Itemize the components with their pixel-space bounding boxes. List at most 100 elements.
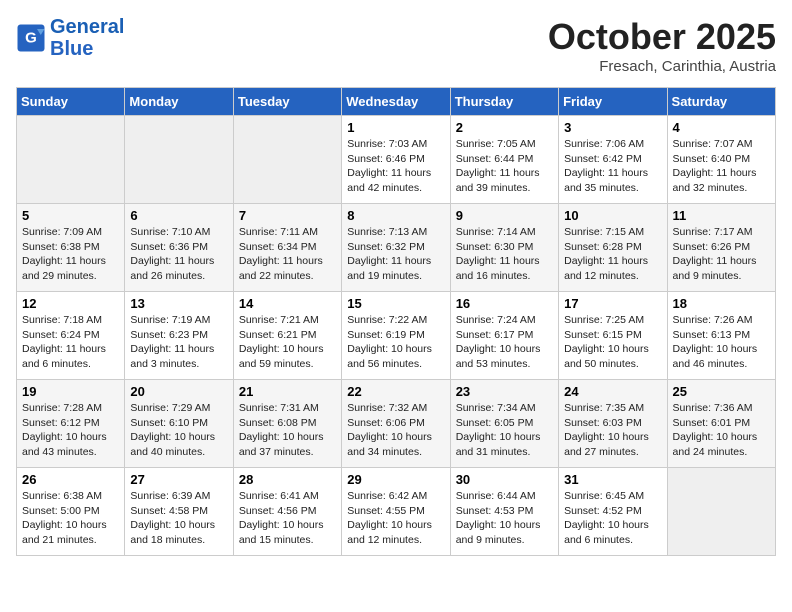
calendar-week-row: 19 Sunrise: 7:28 AM Sunset: 6:12 PM Dayli… (17, 380, 776, 468)
day-number: 29 (347, 472, 444, 487)
calendar-cell: 28 Sunrise: 6:41 AM Sunset: 4:56 PM Dayli… (233, 468, 341, 556)
day-info: Sunrise: 6:39 AM Sunset: 4:58 PM Dayligh… (130, 489, 227, 548)
day-info: Sunrise: 6:42 AM Sunset: 4:55 PM Dayligh… (347, 489, 444, 548)
day-info: Sunrise: 7:05 AM Sunset: 6:44 PM Dayligh… (456, 137, 553, 196)
day-info: Sunrise: 7:15 AM Sunset: 6:28 PM Dayligh… (564, 225, 661, 284)
day-info: Sunrise: 7:35 AM Sunset: 6:03 PM Dayligh… (564, 401, 661, 460)
calendar-cell: 27Sunrise: 6:39 AM Sunset: 4:58 PM Dayli… (125, 468, 233, 556)
day-number: 24 (564, 384, 661, 399)
day-number: 22 (347, 384, 444, 399)
calendar-cell: 16Sunrise: 7:24 AM Sunset: 6:17 PM Dayli… (450, 292, 558, 380)
calendar-cell: 19 Sunrise: 7:28 AM Sunset: 6:12 PM Dayli… (17, 380, 125, 468)
calendar-cell: 12Sunrise: 7:18 AM Sunset: 6:24 PM Dayli… (17, 292, 125, 380)
calendar-cell: 21Sunrise: 7:31 AM Sunset: 6:08 PM Dayli… (233, 380, 341, 468)
day-number: 25 (673, 384, 770, 399)
day-info: Sunrise: 7:06 AM Sunset: 6:42 PM Dayligh… (564, 137, 661, 196)
calendar-cell: 11 Sunrise: 7:17 AM Sunset: 6:26 PM Dayli… (667, 204, 775, 292)
day-info: Sunrise: 7:24 AM Sunset: 6:17 PM Dayligh… (456, 313, 553, 372)
day-info: Sunrise: 7:17 AM Sunset: 6:26 PM Dayligh… (673, 225, 770, 284)
day-info: Sunrise: 7:19 AM Sunset: 6:23 PM Dayligh… (130, 313, 227, 372)
calendar-cell: 8 Sunrise: 7:13 AM Sunset: 6:32 PM Daylig… (342, 204, 450, 292)
day-info: Sunrise: 7:13 AM Sunset: 6:32 PM Dayligh… (347, 225, 444, 284)
day-number: 2 (456, 120, 553, 135)
day-number: 11 (673, 208, 770, 223)
day-number: 26 (22, 472, 119, 487)
weekday-header-saturday: Saturday (667, 88, 775, 116)
calendar-cell: 5 Sunrise: 7:09 AM Sunset: 6:38 PM Daylig… (17, 204, 125, 292)
calendar-week-row: 12Sunrise: 7:18 AM Sunset: 6:24 PM Dayli… (17, 292, 776, 380)
calendar-cell: 17Sunrise: 7:25 AM Sunset: 6:15 PM Dayli… (559, 292, 667, 380)
day-info: Sunrise: 7:07 AM Sunset: 6:40 PM Dayligh… (673, 137, 770, 196)
weekday-header-row: SundayMondayTuesdayWednesdayThursdayFrid… (17, 88, 776, 116)
day-info: Sunrise: 7:31 AM Sunset: 6:08 PM Dayligh… (239, 401, 336, 460)
calendar-week-row: 5 Sunrise: 7:09 AM Sunset: 6:38 PM Daylig… (17, 204, 776, 292)
day-number: 9 (456, 208, 553, 223)
calendar-cell: 26 Sunrise: 6:38 AM Sunset: 5:00 PM Dayli… (17, 468, 125, 556)
day-info: Sunrise: 7:03 AM Sunset: 6:46 PM Dayligh… (347, 137, 444, 196)
weekday-header-thursday: Thursday (450, 88, 558, 116)
calendar-cell: 7 Sunrise: 7:11 AM Sunset: 6:34 PM Daylig… (233, 204, 341, 292)
day-number: 10 (564, 208, 661, 223)
calendar-cell: 6 Sunrise: 7:10 AM Sunset: 6:36 PM Daylig… (125, 204, 233, 292)
day-number: 14 (239, 296, 336, 311)
calendar-cell: 15 Sunrise: 7:22 AM Sunset: 6:19 PM Dayli… (342, 292, 450, 380)
day-number: 30 (456, 472, 553, 487)
weekday-header-monday: Monday (125, 88, 233, 116)
day-info: Sunrise: 7:21 AM Sunset: 6:21 PM Dayligh… (239, 313, 336, 372)
calendar-cell (233, 116, 341, 204)
day-number: 17 (564, 296, 661, 311)
logo-text: General Blue (50, 16, 124, 60)
day-info: Sunrise: 7:14 AM Sunset: 6:30 PM Dayligh… (456, 225, 553, 284)
day-number: 3 (564, 120, 661, 135)
calendar-cell: 20Sunrise: 7:29 AM Sunset: 6:10 PM Dayli… (125, 380, 233, 468)
calendar-cell (125, 116, 233, 204)
calendar-cell: 29 Sunrise: 6:42 AM Sunset: 4:55 PM Dayli… (342, 468, 450, 556)
day-info: Sunrise: 7:11 AM Sunset: 6:34 PM Dayligh… (239, 225, 336, 284)
weekday-header-friday: Friday (559, 88, 667, 116)
day-info: Sunrise: 7:29 AM Sunset: 6:10 PM Dayligh… (130, 401, 227, 460)
day-number: 31 (564, 472, 661, 487)
logo-line1: General (50, 16, 124, 38)
calendar-cell: 13 Sunrise: 7:19 AM Sunset: 6:23 PM Dayli… (125, 292, 233, 380)
day-info: Sunrise: 6:45 AM Sunset: 4:52 PM Dayligh… (564, 489, 661, 548)
calendar-cell: 23Sunrise: 7:34 AM Sunset: 6:05 PM Dayli… (450, 380, 558, 468)
day-info: Sunrise: 7:10 AM Sunset: 6:36 PM Dayligh… (130, 225, 227, 284)
day-number: 5 (22, 208, 119, 223)
day-info: Sunrise: 7:18 AM Sunset: 6:24 PM Dayligh… (22, 313, 119, 372)
calendar-cell: 31 Sunrise: 6:45 AM Sunset: 4:52 PM Dayli… (559, 468, 667, 556)
calendar-cell: 18Sunrise: 7:26 AM Sunset: 6:13 PM Dayli… (667, 292, 775, 380)
location-subtitle: Fresach, Carinthia, Austria (548, 58, 776, 75)
calendar-cell: 9 Sunrise: 7:14 AM Sunset: 6:30 PM Daylig… (450, 204, 558, 292)
day-info: Sunrise: 6:38 AM Sunset: 5:00 PM Dayligh… (22, 489, 119, 548)
calendar-week-row: 26 Sunrise: 6:38 AM Sunset: 5:00 PM Dayli… (17, 468, 776, 556)
calendar-cell: 24 Sunrise: 7:35 AM Sunset: 6:03 PM Dayli… (559, 380, 667, 468)
logo-icon: G (16, 23, 46, 53)
weekday-header-tuesday: Tuesday (233, 88, 341, 116)
day-number: 8 (347, 208, 444, 223)
day-number: 19 (22, 384, 119, 399)
calendar-cell: 3 Sunrise: 7:06 AM Sunset: 6:42 PM Daylig… (559, 116, 667, 204)
calendar-cell: 30Sunrise: 6:44 AM Sunset: 4:53 PM Dayli… (450, 468, 558, 556)
day-number: 6 (130, 208, 227, 223)
day-number: 4 (673, 120, 770, 135)
calendar-cell: 1Sunrise: 7:03 AM Sunset: 6:46 PM Daylig… (342, 116, 450, 204)
calendar-cell: 25 Sunrise: 7:36 AM Sunset: 6:01 PM Dayli… (667, 380, 775, 468)
day-number: 28 (239, 472, 336, 487)
month-title: October 2025 (548, 16, 776, 58)
weekday-header-sunday: Sunday (17, 88, 125, 116)
day-number: 13 (130, 296, 227, 311)
calendar-cell (17, 116, 125, 204)
day-info: Sunrise: 7:26 AM Sunset: 6:13 PM Dayligh… (673, 313, 770, 372)
day-info: Sunrise: 7:34 AM Sunset: 6:05 PM Dayligh… (456, 401, 553, 460)
day-number: 7 (239, 208, 336, 223)
calendar-cell: 4 Sunrise: 7:07 AM Sunset: 6:40 PM Daylig… (667, 116, 775, 204)
calendar-cell: 22 Sunrise: 7:32 AM Sunset: 6:06 PM Dayli… (342, 380, 450, 468)
day-info: Sunrise: 7:09 AM Sunset: 6:38 PM Dayligh… (22, 225, 119, 284)
day-info: Sunrise: 7:28 AM Sunset: 6:12 PM Dayligh… (22, 401, 119, 460)
day-info: Sunrise: 7:22 AM Sunset: 6:19 PM Dayligh… (347, 313, 444, 372)
day-info: Sunrise: 7:36 AM Sunset: 6:01 PM Dayligh… (673, 401, 770, 460)
day-number: 15 (347, 296, 444, 311)
page-header: G General Blue October 2025 Fresach, Car… (16, 16, 776, 75)
day-info: Sunrise: 6:41 AM Sunset: 4:56 PM Dayligh… (239, 489, 336, 548)
day-info: Sunrise: 7:32 AM Sunset: 6:06 PM Dayligh… (347, 401, 444, 460)
